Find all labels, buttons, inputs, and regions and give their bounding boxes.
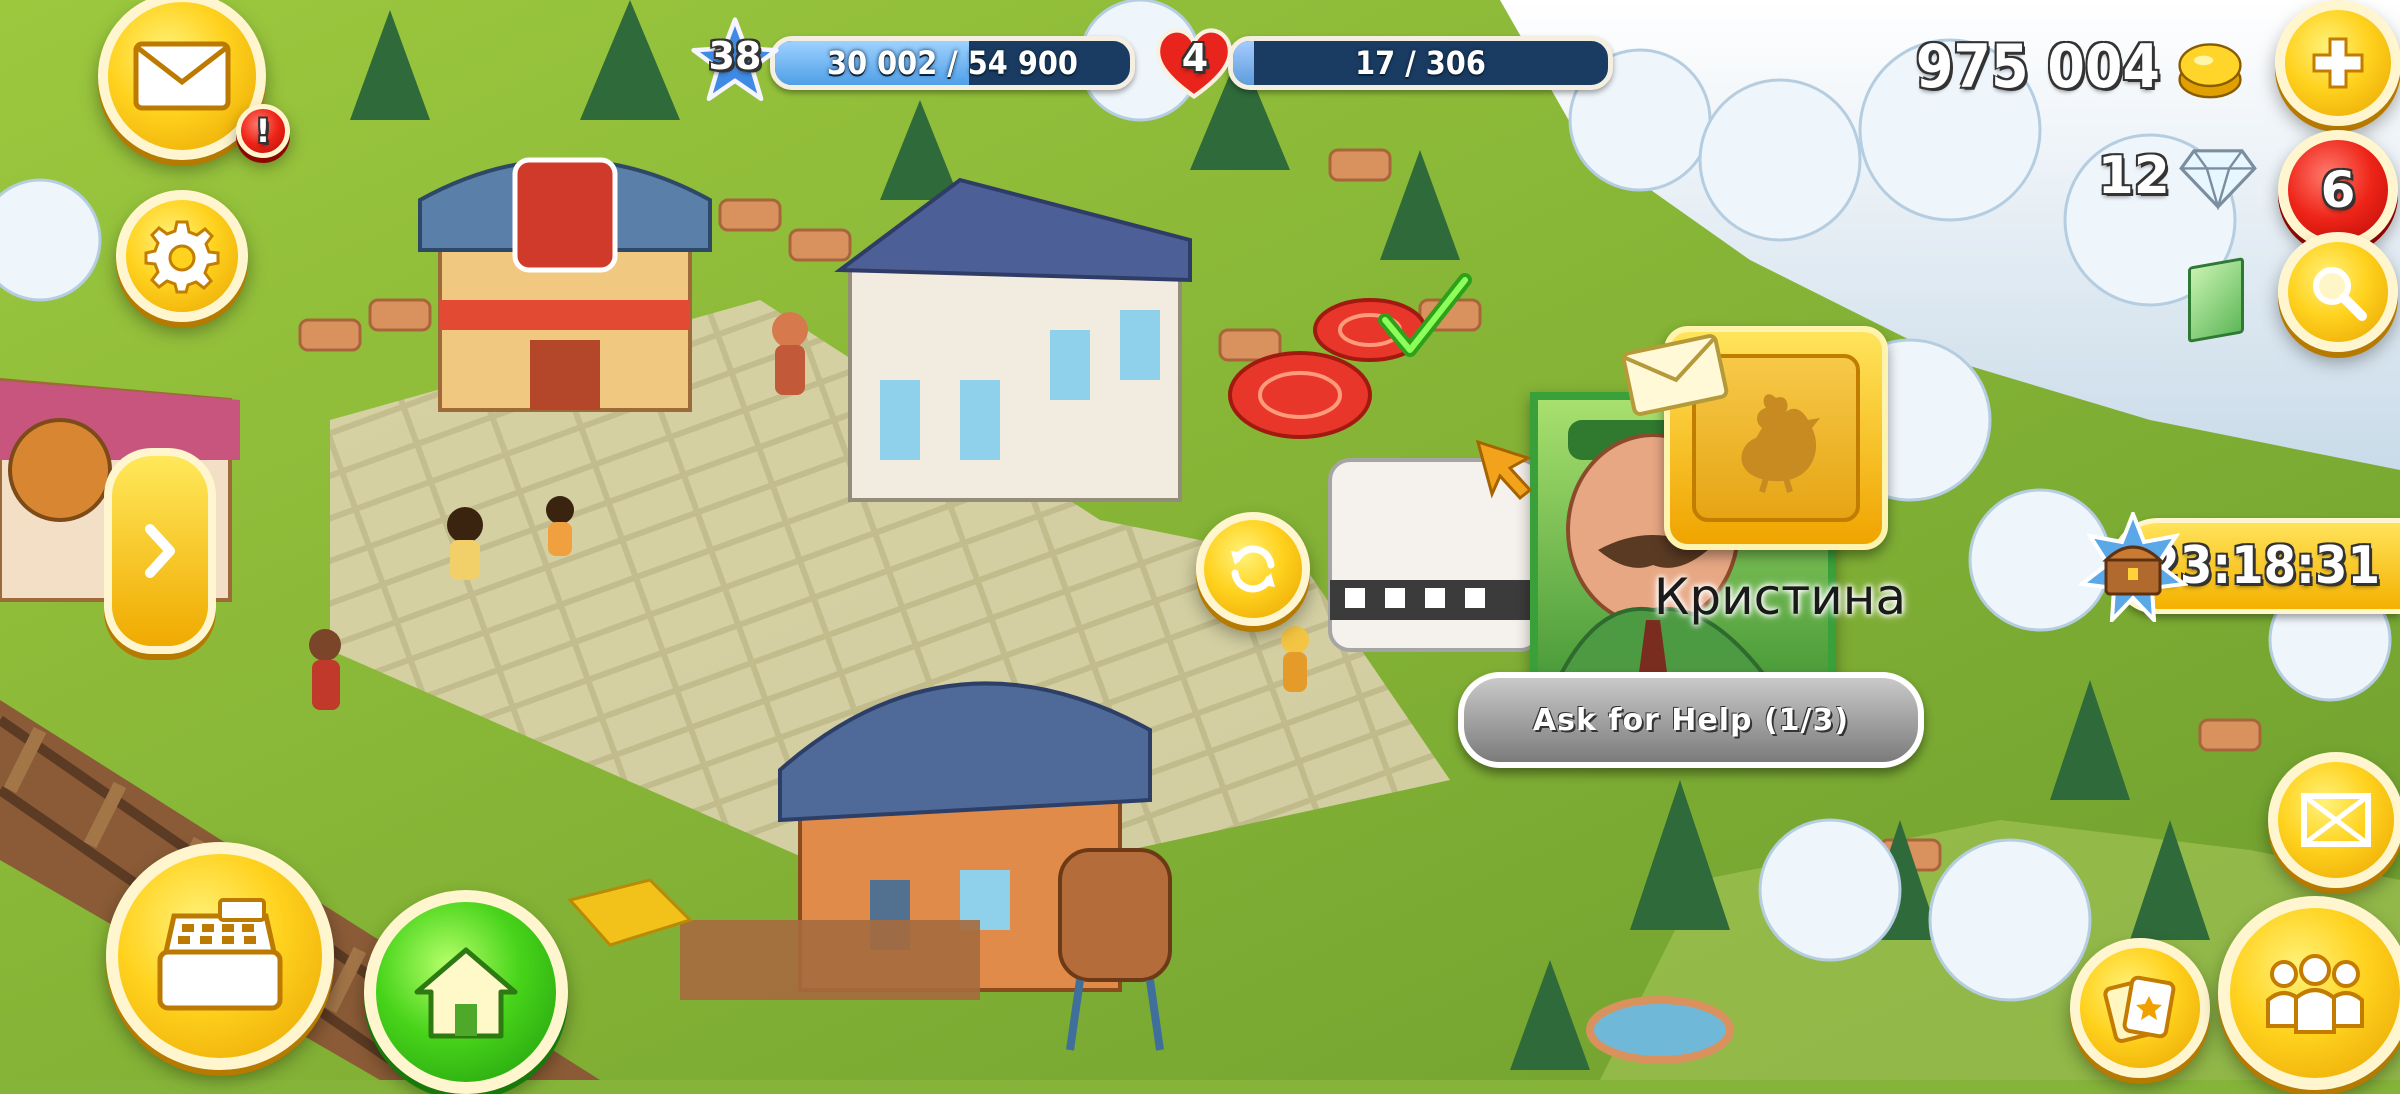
add-currency-button[interactable] bbox=[2275, 0, 2400, 126]
friends-button[interactable] bbox=[2218, 896, 2400, 1090]
plus-icon bbox=[2312, 37, 2364, 89]
zoom-button[interactable] bbox=[2268, 752, 2400, 888]
reputation-bar-group[interactable]: 17 / 306 4 bbox=[1155, 28, 1618, 100]
xp-bar-group[interactable]: 30 002 / 54 900 38 bbox=[691, 17, 1140, 102]
diamond-count: 12 bbox=[2097, 146, 2170, 206]
diamond-icon bbox=[2179, 149, 2257, 210]
cards-button[interactable] bbox=[2070, 938, 2210, 1078]
cards-icon bbox=[2103, 975, 2176, 1044]
chevron-right-icon bbox=[145, 524, 175, 578]
reputation-text: 17 / 306 bbox=[1355, 44, 1486, 82]
magnifier-icon bbox=[2313, 267, 2367, 321]
home-button[interactable] bbox=[364, 890, 568, 1094]
settings-button[interactable] bbox=[116, 190, 248, 322]
cash-register-icon bbox=[157, 898, 283, 1011]
friends-icon bbox=[2266, 954, 2364, 1034]
gear-icon bbox=[144, 220, 220, 294]
treasure-chest-icon[interactable] bbox=[2078, 512, 2188, 622]
expand-icon bbox=[2301, 793, 2371, 847]
pointer-arrow-icon bbox=[1475, 439, 1533, 501]
xp-bar: 30 002 / 54 900 bbox=[770, 36, 1135, 90]
xp-text: 30 002 / 54 900 bbox=[827, 44, 1078, 82]
refresh-button[interactable] bbox=[1196, 512, 1310, 626]
game-world[interactable] bbox=[0, 0, 2400, 1080]
ask-for-help-button[interactable]: Ask for Help (1/3) bbox=[1458, 672, 1924, 768]
level-number: 38 bbox=[708, 34, 762, 78]
search-button[interactable] bbox=[2278, 232, 2398, 352]
mail-alert-text: ! bbox=[255, 112, 271, 150]
green-ticket-item[interactable] bbox=[2188, 257, 2244, 343]
refresh-icon bbox=[1231, 545, 1275, 593]
news-badge-count: 6 bbox=[2320, 161, 2356, 219]
reputation-level: 4 bbox=[1181, 36, 1209, 80]
coin-icon bbox=[2178, 43, 2242, 99]
side-menu-button[interactable] bbox=[104, 448, 216, 654]
envelope-icon bbox=[133, 41, 231, 111]
house-icon bbox=[414, 947, 518, 1039]
chicken-icon bbox=[1741, 394, 1820, 493]
mail-alert-badge: ! bbox=[236, 104, 290, 158]
helper-name: Кристина bbox=[1653, 568, 1907, 626]
reputation-bar: 17 / 306 bbox=[1228, 36, 1613, 90]
shop-button[interactable] bbox=[106, 842, 334, 1070]
coin-count: 975 004 bbox=[1915, 32, 2160, 102]
envelope-icon bbox=[1621, 334, 1729, 416]
